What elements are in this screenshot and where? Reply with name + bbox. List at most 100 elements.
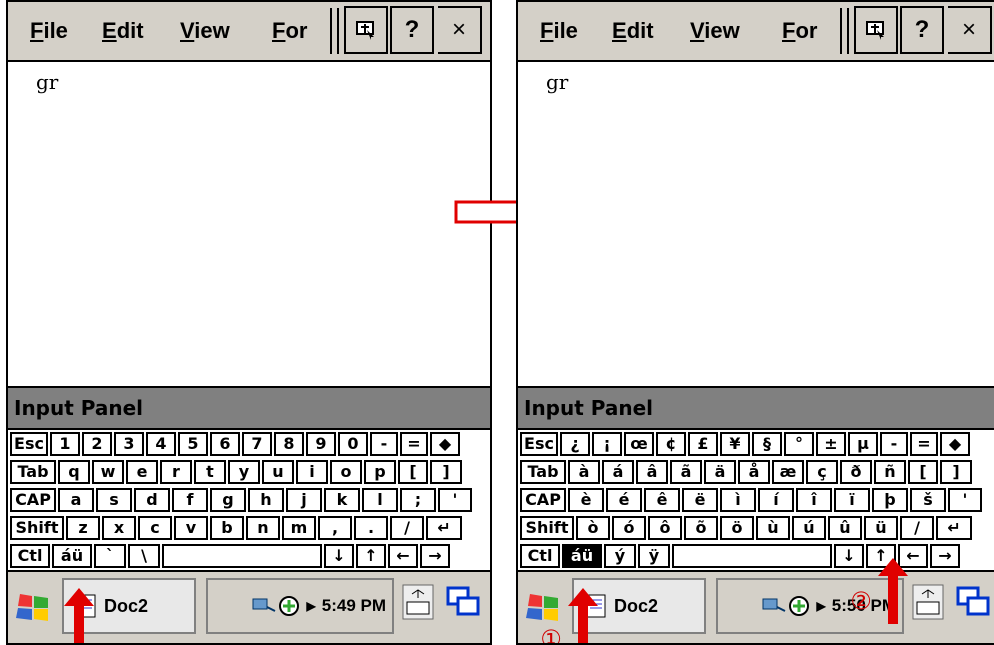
document-area[interactable]: gr [8,62,490,386]
close-button[interactable]: × [438,6,482,54]
toolbar-command-button[interactable] [854,6,898,54]
key-8[interactable]: 8 [274,432,304,456]
expand-tray-icon[interactable]: ▶ [307,599,316,613]
key-û[interactable]: û [828,516,862,540]
key--[interactable]: - [880,432,908,456]
key-áü[interactable]: áü [562,544,602,568]
key-Esc[interactable]: Esc [10,432,48,456]
key-↓[interactable]: ↓ [324,544,354,568]
key-µ[interactable]: µ [848,432,878,456]
key-áü[interactable]: áü [52,544,92,568]
key-9[interactable]: 9 [306,432,336,456]
key-7[interactable]: 7 [242,432,272,456]
key-ý[interactable]: ý [604,544,636,568]
menu-edit[interactable]: Edit [102,18,144,44]
toolbar-grip[interactable] [840,8,849,54]
key-'[interactable]: ' [948,488,982,512]
key-3[interactable]: 3 [114,432,144,456]
key-x[interactable]: x [102,516,136,540]
key-g[interactable]: g [210,488,246,512]
key-,[interactable]: , [318,516,352,540]
key-Esc[interactable]: Esc [520,432,558,456]
menu-format[interactable]: For [782,18,830,44]
menu-edit[interactable]: Edit [612,18,654,44]
key-`[interactable]: ` [94,544,126,568]
key-Ctl[interactable]: Ctl [10,544,50,568]
key-ö[interactable]: ö [720,516,754,540]
key-CAP[interactable]: CAP [10,488,56,512]
key-2[interactable]: 2 [82,432,112,456]
key-¥[interactable]: ¥ [720,432,750,456]
key-j[interactable]: j [286,488,322,512]
key-í[interactable]: í [758,488,794,512]
key-/[interactable]: / [900,516,934,540]
key-↑[interactable]: ↑ [356,544,386,568]
key-↓[interactable]: ↓ [834,544,864,568]
key-\[interactable]: \ [128,544,160,568]
key-e[interactable]: e [126,460,158,484]
key-↵[interactable]: ↵ [426,516,462,540]
key-[[interactable]: [ [398,460,428,484]
key-v[interactable]: v [174,516,208,540]
key-4[interactable]: 4 [146,432,176,456]
key-ó[interactable]: ó [612,516,646,540]
key-b[interactable]: b [210,516,244,540]
menu-format[interactable]: For [272,18,320,44]
key-ò[interactable]: ò [576,516,610,540]
tray-app-icon[interactable] [787,594,811,618]
key-é[interactable]: é [606,488,642,512]
key-Shift[interactable]: Shift [10,516,64,540]
network-icon[interactable] [251,595,277,617]
key-space[interactable] [672,544,832,568]
key-d[interactable]: d [134,488,170,512]
key-þ[interactable]: þ [872,488,908,512]
expand-tray-icon[interactable]: ▶ [817,599,826,613]
key-→[interactable]: → [420,544,450,568]
key-→[interactable]: → [930,544,960,568]
key-°[interactable]: ° [784,432,814,456]
key-ÿ[interactable]: ÿ [638,544,670,568]
key-Ctl[interactable]: Ctl [520,544,560,568]
document-area[interactable]: gr [518,62,994,386]
key--[interactable]: - [370,432,398,456]
key-š[interactable]: š [910,488,946,512]
key-Shift[interactable]: Shift [520,516,574,540]
key-◆[interactable]: ◆ [430,432,460,456]
key-w[interactable]: w [92,460,124,484]
key-↵[interactable]: ↵ [936,516,972,540]
key-y[interactable]: y [228,460,260,484]
key-;[interactable]: ; [400,488,436,512]
clock[interactable]: 5:49 PM [322,596,386,616]
key-5[interactable]: 5 [178,432,208,456]
key-][interactable]: ] [430,460,462,484]
key-±[interactable]: ± [816,432,846,456]
key-õ[interactable]: õ [684,516,718,540]
key-f[interactable]: f [172,488,208,512]
key-£[interactable]: £ [688,432,718,456]
key-i[interactable]: i [296,460,328,484]
key-ñ[interactable]: ñ [874,460,906,484]
key-Tab[interactable]: Tab [10,460,56,484]
key-CAP[interactable]: CAP [520,488,566,512]
key-◆[interactable]: ◆ [940,432,970,456]
key-=[interactable]: = [400,432,428,456]
key-r[interactable]: r [160,460,192,484]
key-t[interactable]: t [194,460,226,484]
key-§[interactable]: § [752,432,782,456]
key-ü[interactable]: ü [864,516,898,540]
menu-view[interactable]: View [180,18,230,44]
keyboard-icon[interactable] [402,584,434,620]
key-ë[interactable]: ë [682,488,718,512]
key-p[interactable]: p [364,460,396,484]
key-ç[interactable]: ç [806,460,838,484]
key-q[interactable]: q [58,460,90,484]
key-s[interactable]: s [96,488,132,512]
key-¡[interactable]: ¡ [592,432,622,456]
key-â[interactable]: â [636,460,668,484]
key-œ[interactable]: œ [624,432,654,456]
help-button[interactable]: ? [390,6,434,54]
menu-file[interactable]: File [30,18,68,44]
key-l[interactable]: l [362,488,398,512]
key-î[interactable]: î [796,488,832,512]
menu-file[interactable]: File [540,18,578,44]
